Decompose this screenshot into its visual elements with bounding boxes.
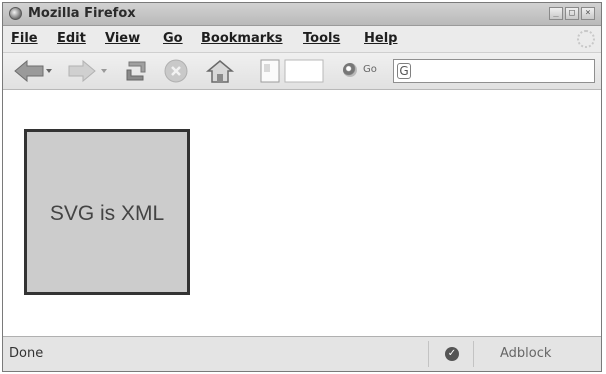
browser-window: Mozilla Firefox _ □ × File Edit View Go … bbox=[2, 2, 602, 372]
throbber-icon bbox=[577, 30, 595, 48]
menu-tools[interactable]: Tools bbox=[303, 31, 340, 46]
minimize-icon[interactable]: _ bbox=[549, 7, 563, 20]
back-arrow-icon[interactable] bbox=[13, 58, 53, 84]
menu-view[interactable]: View bbox=[105, 31, 140, 46]
status-text: Done bbox=[9, 346, 44, 361]
reload-icon[interactable] bbox=[121, 58, 151, 84]
title-bar: Mozilla Firefox _ □ × bbox=[3, 3, 601, 26]
go-icon[interactable] bbox=[343, 63, 357, 77]
forward-arrow-icon[interactable] bbox=[65, 58, 109, 84]
svg-text: SVG is XML bbox=[50, 202, 164, 225]
adblock-status[interactable]: Adblock bbox=[500, 346, 551, 361]
status-divider bbox=[428, 341, 429, 367]
home-icon[interactable] bbox=[205, 58, 235, 84]
menu-bar: File Edit View Go Bookmarks Tools Help bbox=[3, 26, 601, 53]
navigation-toolbar: Go G bbox=[3, 53, 601, 90]
close-icon[interactable]: × bbox=[581, 7, 595, 20]
security-check-icon: ✓ bbox=[445, 347, 459, 361]
page-icon[interactable] bbox=[249, 58, 325, 84]
go-button-label[interactable]: Go bbox=[363, 64, 377, 75]
maximize-icon[interactable]: □ bbox=[565, 7, 579, 20]
page-content: SVG is XML bbox=[3, 90, 601, 337]
menu-edit[interactable]: Edit bbox=[57, 31, 86, 46]
menu-bookmarks[interactable]: Bookmarks bbox=[201, 31, 283, 46]
stop-icon[interactable] bbox=[163, 58, 191, 84]
address-field[interactable]: G bbox=[393, 59, 595, 83]
search-engine-icon[interactable]: G bbox=[397, 63, 411, 79]
menu-help[interactable]: Help bbox=[364, 31, 397, 46]
window-title: Mozilla Firefox bbox=[28, 6, 136, 21]
svg-demo-graphic: SVG is XML bbox=[24, 129, 190, 295]
status-bar: Done ✓ Adblock bbox=[3, 336, 601, 371]
menu-file[interactable]: File bbox=[11, 31, 38, 46]
status-divider bbox=[473, 341, 474, 367]
firefox-logo-icon bbox=[9, 7, 22, 20]
window-controls: _ □ × bbox=[549, 7, 595, 20]
menu-go[interactable]: Go bbox=[163, 31, 183, 46]
